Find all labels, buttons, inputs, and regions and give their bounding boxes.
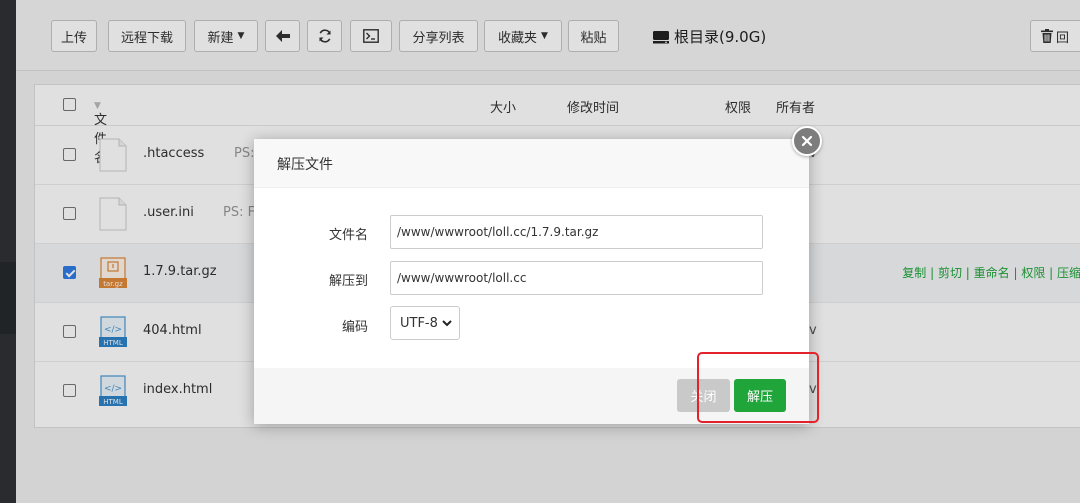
dialog-title: 解压文件 [277,157,333,173]
encoding-label: 编码 [341,320,368,335]
filename-label: 文件名 [328,228,368,243]
highlight-annotation [697,352,819,423]
filename-input[interactable] [390,215,763,249]
dialog-header: 解压文件 [254,139,809,188]
destination-input[interactable] [390,261,763,295]
destination-label: 解压到 [328,274,368,289]
encoding-value: UTF-8 [400,315,438,331]
chevron-down-icon [442,319,452,326]
dialog-close-button[interactable] [792,126,822,156]
encoding-select[interactable]: UTF-8 [390,306,460,340]
close-icon [801,135,813,147]
